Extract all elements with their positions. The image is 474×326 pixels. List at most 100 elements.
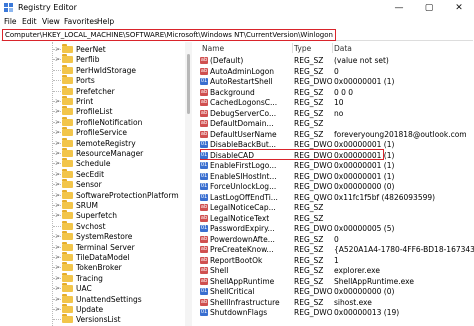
menu-file[interactable]: File bbox=[4, 17, 17, 26]
value-row[interactable]: 01LastLogOffEndTi... REG_QWORD0x11fc1f5bf… bbox=[196, 192, 474, 203]
column-header-data[interactable]: Data bbox=[334, 43, 352, 54]
value-type: REG_SZ bbox=[294, 297, 324, 307]
tree-item[interactable]: > Terminal Server bbox=[0, 241, 185, 253]
tree-item[interactable]: > UAC bbox=[0, 283, 185, 294]
chevron-right-icon[interactable]: > bbox=[55, 231, 60, 242]
chevron-right-icon[interactable]: > bbox=[55, 262, 60, 273]
tree-item[interactable]: > ProfileNotification bbox=[0, 116, 185, 128]
value-row[interactable]: ab AutoAdminLogon REG_SZ 0 bbox=[196, 66, 474, 77]
tree-item[interactable]: > Perflib bbox=[0, 54, 185, 65]
binary-value-icon: 01 bbox=[200, 141, 208, 148]
tree-item[interactable]: PerHwIdStorage bbox=[0, 64, 185, 76]
column-header-type[interactable]: Type bbox=[294, 43, 311, 54]
value-row[interactable]: 01ShellCritical REG_DWORD0x00000000 (0) bbox=[196, 286, 474, 297]
tree-item[interactable]: > Tracing bbox=[0, 272, 185, 284]
value-row[interactable]: ab CachedLogonsC... REG_SZ 10 bbox=[196, 97, 474, 108]
tree-item[interactable]: > Print bbox=[0, 96, 185, 107]
tree-item[interactable]: > Update bbox=[0, 304, 185, 315]
tree-item-label: Perflib bbox=[76, 55, 100, 65]
value-row[interactable]: ab Background REG_SZ 0 0 0 bbox=[196, 87, 474, 98]
chevron-right-icon[interactable]: > bbox=[55, 158, 60, 169]
value-data: explorer.exe bbox=[334, 266, 380, 275]
chevron-right-icon[interactable]: > bbox=[55, 294, 60, 305]
value-type: REG_SZ bbox=[294, 276, 324, 286]
value-row[interactable]: ab ShellAppRuntime REG_SZ ShellAppRuntime.e… bbox=[196, 276, 474, 287]
tree-item[interactable]: Ports bbox=[0, 75, 185, 86]
tree-item[interactable]: > Schedule bbox=[0, 158, 185, 169]
tree-item[interactable]: > TileDataModel bbox=[0, 252, 185, 263]
tree-item[interactable]: > SystemRestore bbox=[0, 231, 185, 242]
chevron-right-icon[interactable]: > bbox=[55, 138, 60, 149]
value-row[interactable]: 01EnableSIHostInt... REG_DWORD0x00000001 … bbox=[196, 171, 474, 182]
value-row[interactable]: 01DisableBackBut... REG_DWORD0x00000001 (… bbox=[196, 139, 474, 150]
tree-item[interactable]: > ProfileService bbox=[0, 127, 185, 138]
chevron-right-icon[interactable]: > bbox=[55, 169, 60, 180]
tree-item[interactable]: Prefetcher bbox=[0, 85, 185, 97]
key-tree[interactable]: > PeerNet > Perflib PerHwIdStorage Ports Prefe… bbox=[0, 42, 192, 326]
value-row[interactable]: ab ShellInfrastructure REG_SZ sihost.exe bbox=[196, 297, 474, 308]
chevron-right-icon[interactable]: > bbox=[55, 117, 60, 128]
tree-item[interactable]: > UnattendSettings bbox=[0, 293, 185, 305]
value-row[interactable]: ab ReportBootOk REG_SZ 1 bbox=[196, 255, 474, 266]
value-row[interactable]: 01EnableFirstLogo... REG_DWORD0x00000001 … bbox=[196, 160, 474, 171]
tree-item[interactable]: Svchost bbox=[0, 220, 185, 232]
value-row[interactable]: ab DefaultUserName REG_SZ foreveryoung20181… bbox=[196, 129, 474, 140]
tree-item[interactable]: > ResourceManager bbox=[0, 148, 185, 159]
chevron-right-icon[interactable]: > bbox=[55, 44, 60, 55]
title-bar: Registry Editor — ▢ ✕ bbox=[0, 0, 474, 16]
tree-item[interactable]: > TokenBroker bbox=[0, 262, 185, 273]
tree-item[interactable]: > SoftwareProtectionPlatform bbox=[0, 189, 185, 201]
tree-item[interactable]: > RemoteRegistry bbox=[0, 137, 185, 149]
folder-icon bbox=[62, 44, 73, 53]
chevron-right-icon[interactable]: > bbox=[55, 106, 60, 117]
tree-item[interactable]: > PeerNet bbox=[0, 44, 185, 55]
tree-item[interactable]: > SecEdit bbox=[0, 168, 185, 180]
menu-help[interactable]: Help bbox=[97, 17, 114, 26]
value-row[interactable]: ab (Default) REG_SZ (value not set) bbox=[196, 55, 474, 66]
value-row[interactable]: ab LegalNoticeText REG_SZ bbox=[196, 213, 474, 224]
value-row[interactable]: ab PreCreateKnow... REG_SZ {A520A1A4-1780-4… bbox=[196, 244, 474, 255]
chevron-right-icon[interactable]: > bbox=[55, 252, 60, 263]
value-type: REG_SZ bbox=[294, 266, 324, 275]
folder-icon bbox=[62, 137, 73, 147]
chevron-right-icon[interactable]: > bbox=[55, 283, 60, 294]
menu-favorites[interactable]: Favorites bbox=[64, 17, 98, 26]
tree-item[interactable]: VersionsList bbox=[0, 314, 185, 325]
chevron-right-icon[interactable]: > bbox=[55, 273, 60, 284]
value-row[interactable]: ab Shell REG_SZ explorer.exe bbox=[196, 265, 474, 276]
menu-view[interactable]: View bbox=[42, 17, 60, 26]
minimize-button[interactable]: — bbox=[384, 0, 414, 16]
chevron-right-icon[interactable]: > bbox=[55, 304, 60, 315]
column-separator[interactable] bbox=[292, 43, 293, 53]
tree-item[interactable]: > Superfetch bbox=[0, 210, 185, 221]
value-row[interactable]: 01DisableCAD REG_DWORD0x00000001 (1) bbox=[196, 150, 474, 161]
chevron-right-icon[interactable]: > bbox=[55, 190, 60, 201]
maximize-button[interactable]: ▢ bbox=[414, 0, 444, 16]
tree-scrollbar-thumb[interactable] bbox=[187, 54, 190, 114]
tree-item[interactable]: > Sensor bbox=[0, 179, 185, 190]
menu-edit[interactable]: Edit bbox=[22, 17, 37, 26]
value-row[interactable]: ab PowerdownAfte... REG_SZ 0 bbox=[196, 234, 474, 245]
chevron-right-icon[interactable]: > bbox=[55, 127, 60, 138]
value-row[interactable]: ab LegalNoticeCap... REG_SZ bbox=[196, 202, 474, 213]
chevron-right-icon[interactable]: > bbox=[55, 148, 60, 159]
column-separator[interactable] bbox=[332, 43, 333, 53]
tree-scrollbar[interactable] bbox=[185, 42, 192, 326]
chevron-right-icon[interactable]: > bbox=[55, 210, 60, 221]
value-row[interactable]: ab DefaultDomain... REG_SZ bbox=[196, 118, 474, 129]
chevron-right-icon[interactable]: > bbox=[55, 54, 60, 65]
chevron-right-icon[interactable]: > bbox=[55, 242, 60, 253]
column-header-name[interactable]: Name bbox=[202, 43, 224, 54]
chevron-right-icon[interactable]: > bbox=[55, 179, 60, 190]
chevron-right-icon[interactable]: > bbox=[55, 96, 60, 107]
chevron-right-icon[interactable]: > bbox=[55, 200, 60, 211]
value-row[interactable]: ab DebugServerCo... REG_SZ no bbox=[196, 108, 474, 119]
value-row[interactable]: 01PasswordExpiry... REG_DWORD0x00000005 (… bbox=[196, 223, 474, 234]
tree-item[interactable]: > SRUM bbox=[0, 200, 185, 211]
value-row[interactable]: 01ShutdownFlags REG_DWORD0x00000013 (19) bbox=[196, 307, 474, 318]
close-button[interactable]: ✕ bbox=[444, 0, 474, 16]
value-row[interactable]: 01AutoRestartShell REG_DWORD0x00000001 (1… bbox=[196, 76, 474, 87]
address-path[interactable]: Computer\HKEY_LOCAL_MACHINE\SOFTWARE\Mic… bbox=[2, 29, 336, 41]
tree-item[interactable]: > ProfileList bbox=[0, 106, 185, 117]
value-row[interactable]: 01ForceUnlockLog... REG_DWORD0x00000000 (… bbox=[196, 181, 474, 192]
